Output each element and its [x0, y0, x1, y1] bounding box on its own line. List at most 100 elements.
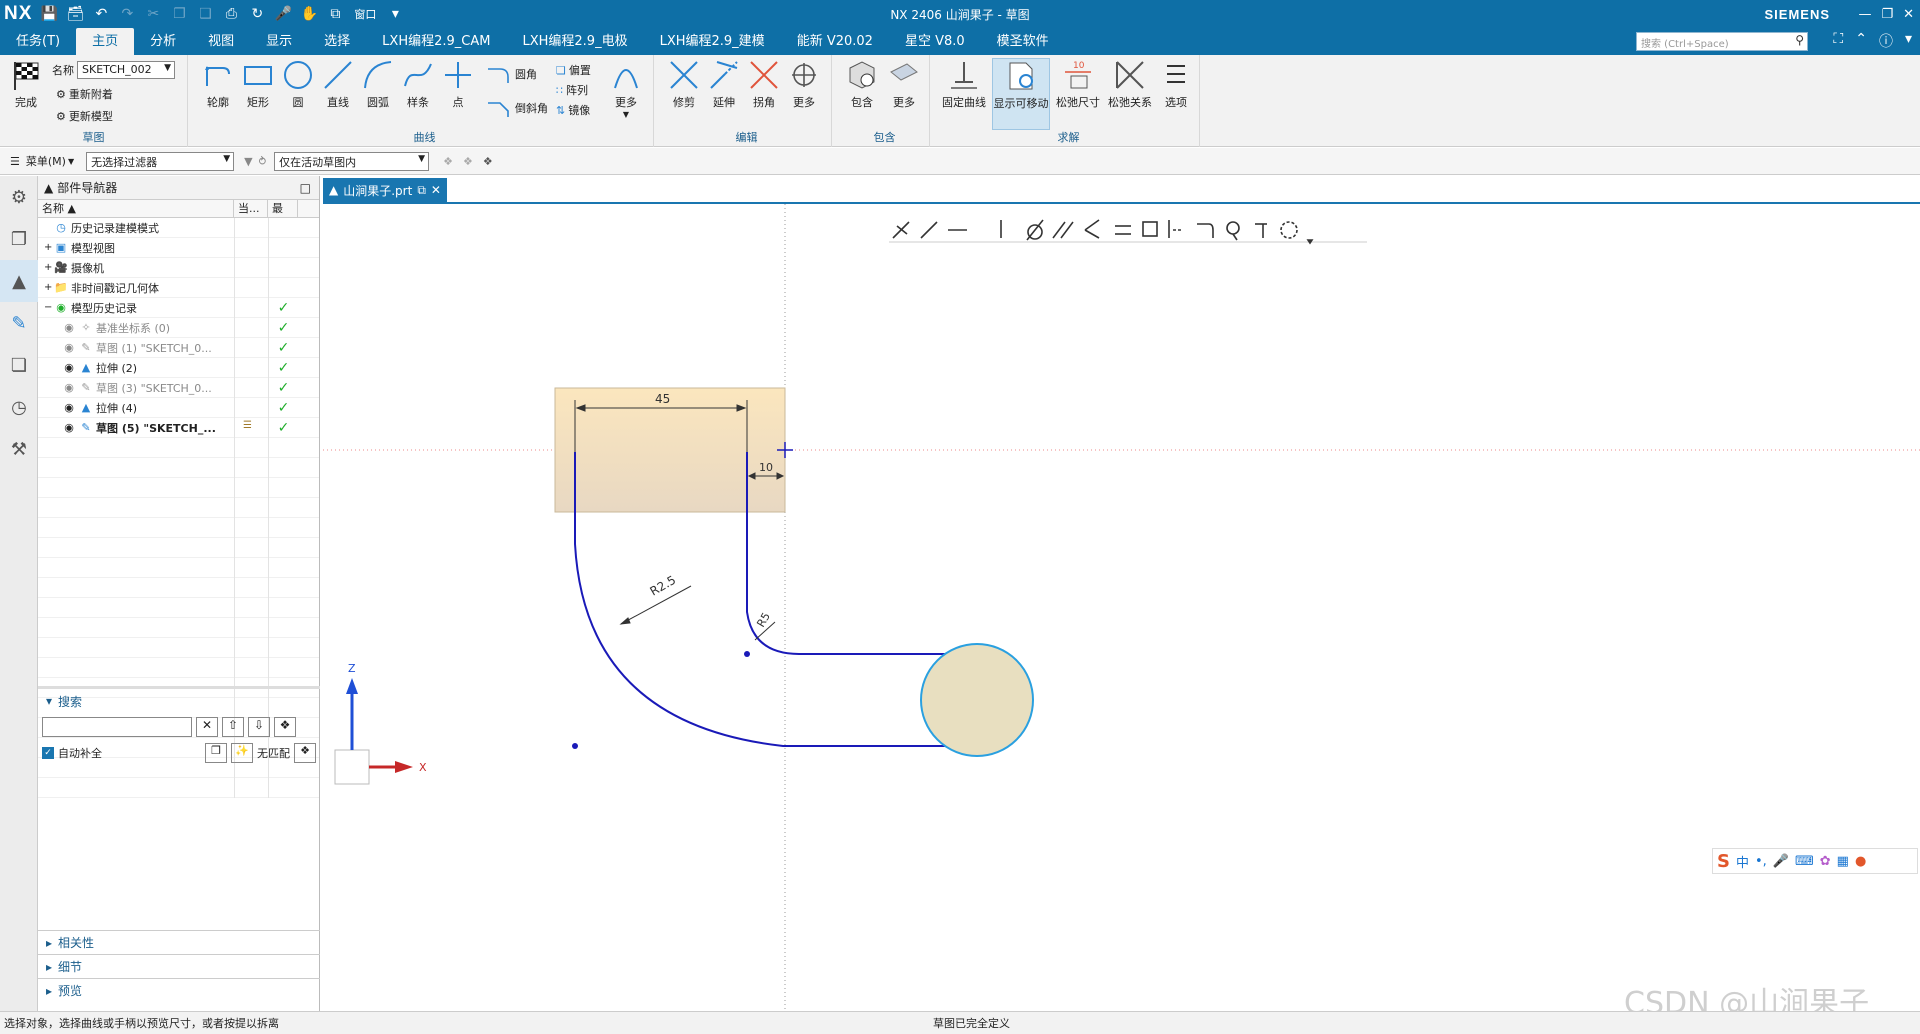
symmetry-icon[interactable] — [1280, 221, 1298, 239]
undock-icon[interactable]: ⧉ — [417, 183, 426, 198]
menu-button[interactable]: 菜单(M) — [26, 153, 66, 169]
reuse-library-icon[interactable]: ❏ — [0, 344, 38, 386]
sketch-view[interactable]: 45 10 R2.5 R5 Z X — [323, 204, 1920, 1013]
maximize-panel-icon[interactable]: □ — [300, 181, 311, 195]
clear-search-icon[interactable]: ✕ — [196, 717, 218, 737]
column-name[interactable]: 名称 ▲ — [38, 200, 234, 217]
dimension-r-outer-text[interactable]: R2.5 — [648, 573, 679, 599]
cut-icon[interactable]: ✂ — [142, 4, 164, 24]
rectangle-button[interactable]: 矩形 — [238, 58, 278, 130]
tab-mosheng[interactable]: 模圣软件 — [981, 28, 1065, 55]
collinear-icon[interactable] — [1255, 223, 1267, 238]
offset-button[interactable]: ❏ 偏置 — [556, 61, 591, 79]
window-menu[interactable]: 窗口 — [354, 6, 376, 22]
arc-center-point[interactable] — [572, 743, 578, 749]
fillet-button[interactable]: 圆角 — [486, 65, 537, 83]
column-latest[interactable]: 最 — [268, 200, 298, 217]
restore-icon[interactable]: ❐ — [1881, 7, 1893, 22]
dimension-10-text[interactable]: 10 — [759, 461, 773, 474]
tab-analysis[interactable]: 分析 — [134, 28, 192, 55]
tree-row[interactable]: ◉ ✎ 草图 (5) "SKETCH_... ☰ ✓ — [38, 417, 319, 438]
end-circle[interactable] — [920, 643, 1034, 757]
tab-xingkong[interactable]: 星空 V8.0 — [889, 28, 981, 55]
perpendicular-icon[interactable] — [1084, 219, 1100, 239]
history-icon[interactable]: ◷ — [0, 386, 38, 428]
collapse-ribbon-icon[interactable]: ⌃ — [1855, 31, 1867, 51]
expand-icon[interactable]: + — [44, 282, 54, 293]
keyboard-icon[interactable]: ⌨ — [1795, 854, 1814, 869]
tab-display[interactable]: 显示 — [250, 28, 308, 55]
print-icon[interactable]: ⎙ — [220, 4, 242, 24]
visibility-eye-icon[interactable]: ◉ — [62, 321, 76, 335]
select-group-icon[interactable]: ❖ — [463, 155, 473, 168]
chamfer-button[interactable]: 倒斜角 — [486, 99, 548, 117]
tab-task[interactable]: 任务(T) — [0, 28, 76, 55]
tab-view[interactable]: 视图 — [192, 28, 250, 55]
search-section-header[interactable]: ▾ 搜索 — [38, 689, 320, 713]
select-results-icon[interactable]: ❖ — [294, 743, 316, 763]
tab-nengxin[interactable]: 能新 V20.02 — [781, 28, 889, 55]
ime-toolbar[interactable]: S 中 •, 🎤 ⌨ ✿ ▦ ● — [1712, 848, 1918, 874]
section-dependencies[interactable]: ▸ 相关性 — [38, 930, 320, 954]
parallel-icon[interactable] — [1052, 221, 1074, 239]
toolbox-icon[interactable]: ▦ — [1837, 854, 1849, 869]
spline-button[interactable]: 样条 — [398, 58, 438, 130]
help-icon[interactable]: ⓘ — [1879, 31, 1893, 51]
profile-button[interactable]: 轮廓 — [198, 58, 238, 130]
show-movable-button[interactable]: 显示可移动 — [992, 58, 1050, 130]
filter-icon[interactable]: ▼ — [244, 155, 252, 168]
tree-row[interactable]: ◉ ▲ 拉伸 (2) ✓ — [38, 357, 319, 378]
arc-button[interactable]: 圆弧 — [358, 58, 398, 130]
equal-length-icon[interactable] — [1115, 225, 1131, 235]
fix-curve-button[interactable]: 固定曲线 — [940, 58, 988, 130]
update-model-button[interactable]: ⚙ 更新模型 — [56, 107, 113, 125]
repeat-command-icon[interactable]: ↻ — [246, 4, 268, 24]
fixed-icon[interactable] — [1168, 220, 1183, 238]
tree-row[interactable]: + 🎥 摄像机 — [38, 257, 319, 278]
graphics-window[interactable]: 45 10 R2.5 R5 Z X — [323, 202, 1920, 1013]
tools-icon[interactable]: ⚒ — [0, 428, 38, 470]
window-switch-icon[interactable]: ⧉ — [324, 4, 346, 24]
point-button[interactable]: 点 — [438, 58, 478, 130]
include-more-button[interactable]: 更多 — [884, 58, 924, 130]
visibility-eye-icon[interactable]: ◉ — [62, 341, 76, 355]
tree-row[interactable]: ◷ 历史记录建模模式 — [38, 217, 319, 238]
fullscreen-icon[interactable]: ⛶ — [1833, 31, 1843, 51]
tree-row[interactable]: − ◉ 模型历史记录 ✓ — [38, 297, 319, 318]
tangent-icon[interactable] — [1026, 219, 1044, 241]
save-all-icon[interactable]: 🗃 — [64, 4, 86, 24]
relax-dimension-button[interactable]: 10 松弛尺寸 — [1054, 58, 1102, 130]
copy-results-icon[interactable]: ❐ — [205, 743, 227, 763]
visibility-eye-icon[interactable]: ◉ — [62, 421, 76, 435]
microphone-icon[interactable]: 🎤 — [1773, 854, 1789, 869]
menu-icon[interactable]: ☰ — [10, 155, 20, 168]
curve-more-button[interactable]: 更多 ▼ — [606, 58, 646, 130]
sketch-name-select[interactable]: SKETCH_002 ▼ — [77, 61, 175, 79]
pattern-button[interactable]: ∷ 阵列 — [556, 81, 588, 99]
command-search-input[interactable]: 搜索 (Ctrl+Space) ⚲ — [1636, 32, 1808, 51]
include-button[interactable]: 包含 — [842, 58, 882, 130]
column-current[interactable]: 当... — [234, 200, 268, 217]
quick-pick-icon[interactable]: ❖ — [483, 155, 493, 168]
point-on-curve-icon[interactable] — [920, 221, 938, 239]
collapse-icon[interactable]: − — [44, 302, 54, 313]
document-tab[interactable]: ▲ 山涧果子.prt ⧉ ✕ — [323, 178, 447, 202]
close-tab-icon[interactable]: ✕ — [431, 183, 441, 197]
circle-button[interactable]: 圆 — [278, 58, 318, 130]
close-icon[interactable]: ✕ — [1903, 7, 1914, 22]
relax-relation-button[interactable]: 松弛关系 — [1106, 58, 1154, 130]
mirror-button[interactable]: ⇅ 镜像 — [556, 101, 590, 119]
assembly-navigator-icon[interactable]: ❐ — [0, 218, 38, 260]
tree-row[interactable]: ◉ ✧ 基准坐标系 (0) ✓ — [38, 317, 319, 338]
section-details[interactable]: ▸ 细节 — [38, 954, 320, 978]
touch-mode-icon[interactable]: ✋ — [298, 4, 320, 24]
midpoint-icon[interactable] — [1142, 221, 1158, 237]
microphone-icon[interactable]: 🎤 — [272, 4, 294, 24]
fillet-constraint-icon[interactable] — [1197, 223, 1214, 238]
part-navigator-icon[interactable]: ▲ — [0, 260, 38, 302]
corner-button[interactable]: 拐角 — [744, 58, 784, 130]
customize-dropdown-icon[interactable]: ▾ — [384, 4, 406, 24]
coincident-icon[interactable] — [892, 221, 910, 239]
tree-row[interactable]: ◉ ▲ 拉伸 (4) ✓ — [38, 397, 319, 418]
edit-more-button[interactable]: 更多 — [784, 58, 824, 130]
